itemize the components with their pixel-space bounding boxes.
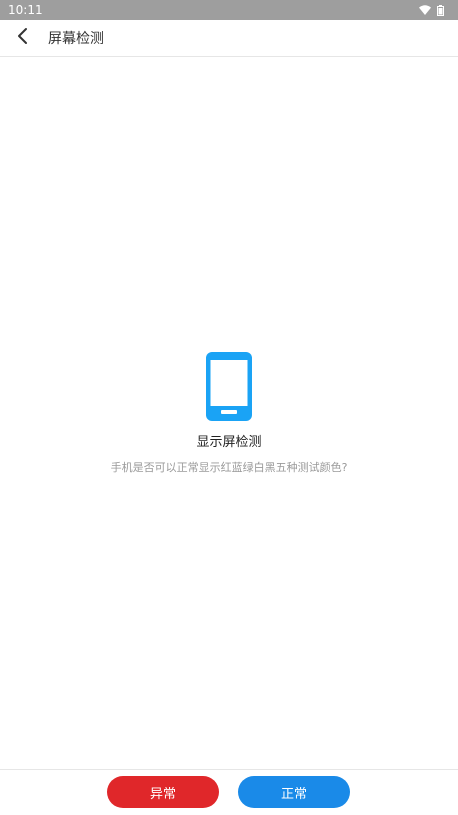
screen: 10:11 屏幕检测 显示屏检测 手机是否可以正常显示红蓝绿白黑五种测试颜色? … (0, 0, 458, 815)
status-time: 10:11 (8, 3, 43, 17)
status-icons (419, 4, 444, 16)
wifi-icon (419, 5, 431, 15)
normal-button[interactable]: 正常 (238, 776, 350, 808)
smartphone-icon (206, 352, 252, 421)
page-title: 屏幕检测 (48, 31, 104, 47)
bottom-action-bar: 异常 正常 (0, 769, 458, 815)
app-bar: 屏幕检测 (0, 20, 458, 57)
detection-title: 显示屏检测 (196, 435, 262, 450)
battery-icon (437, 4, 444, 16)
detection-info: 显示屏检测 手机是否可以正常显示红蓝绿白黑五种测试颜色? (0, 352, 458, 475)
back-arrow-icon (16, 27, 28, 49)
abnormal-button[interactable]: 异常 (107, 776, 219, 808)
detection-description: 手机是否可以正常显示红蓝绿白黑五种测试颜色? (110, 461, 348, 474)
status-bar: 10:11 (0, 0, 458, 20)
back-button[interactable] (0, 20, 44, 57)
